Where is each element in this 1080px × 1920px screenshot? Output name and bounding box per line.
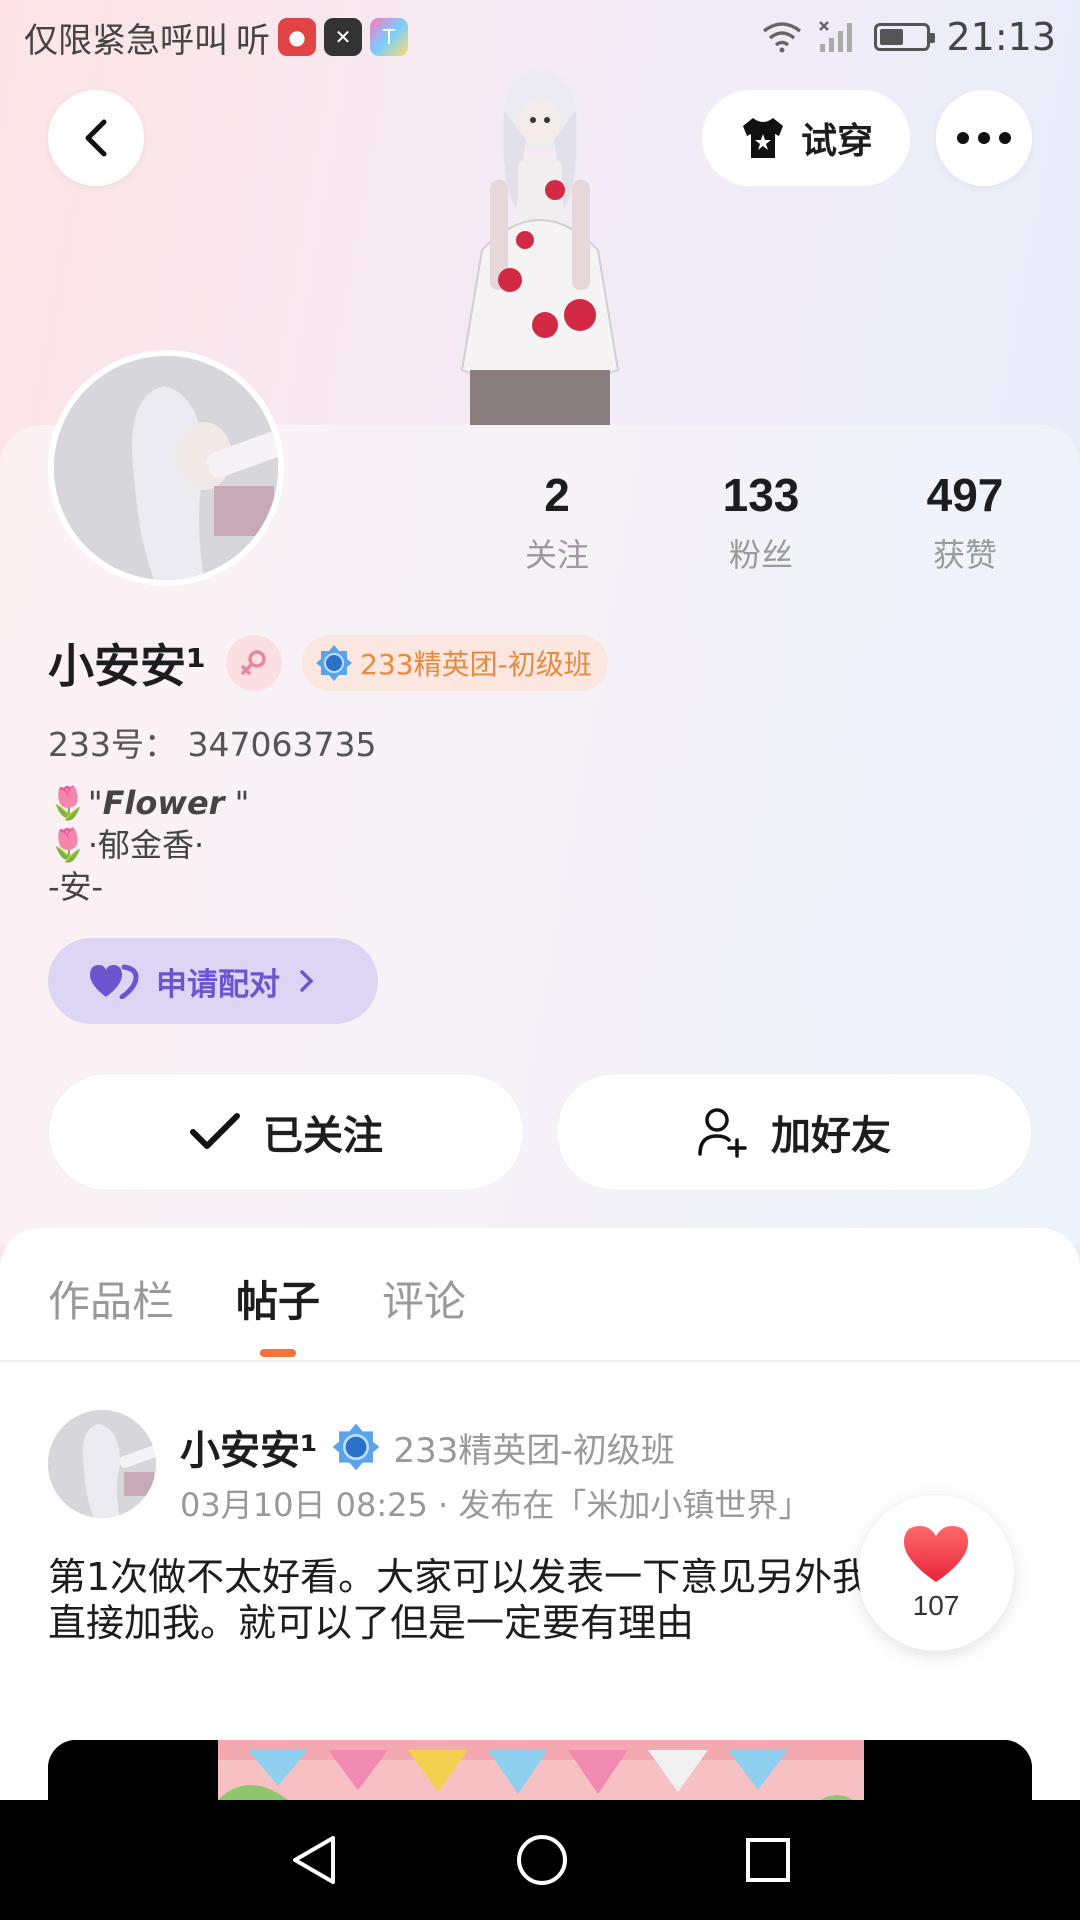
- followed-button[interactable]: 已关注: [48, 1073, 524, 1191]
- capcut-app-icon: ✕: [324, 18, 362, 56]
- heart-icon: [904, 1526, 968, 1582]
- like-count: 107: [912, 1590, 960, 1621]
- tab-divider: [0, 1360, 1080, 1362]
- bio-line-3: -安-: [48, 868, 104, 906]
- add-user-icon: [698, 1108, 747, 1158]
- profile-tabs: 作品栏 帖子 评论: [48, 1268, 466, 1357]
- stat-likes[interactable]: 497 获赞: [875, 468, 1055, 576]
- status-left: 仅限紧急呼叫 听 ● ✕ T: [24, 13, 408, 62]
- signal-icon: [819, 21, 853, 52]
- clock: 21:13: [946, 15, 1056, 59]
- heart-pair-icon: [90, 964, 139, 999]
- tab-works[interactable]: 作品栏: [48, 1268, 174, 1329]
- stat-following-label: 关注: [524, 536, 589, 574]
- post-author-avatar[interactable]: [48, 1410, 156, 1518]
- add-friend-label: 加好友: [771, 1113, 891, 1159]
- add-friend-button[interactable]: 加好友: [556, 1073, 1032, 1191]
- post-author-row: 小安安¹ 233精英团-初级班: [180, 1418, 675, 1476]
- profile-avatar[interactable]: [48, 350, 284, 586]
- name-row: 小安安¹ 233精英团-初级班: [48, 630, 608, 696]
- elite-badge-label: 233精英团-初级班: [360, 648, 592, 681]
- stat-likes-label: 获赞: [932, 536, 997, 574]
- user-id: 233号： 347063735: [48, 725, 377, 764]
- post-meta: 03月10日 08:25 · 发布在「米加小镇世界」: [180, 1486, 811, 1524]
- bio: 🌷"Flower " 🌷·郁金香· -安-: [48, 782, 249, 908]
- bio-tulip-text: ·郁金香·: [87, 826, 205, 864]
- bio-flower: Flower: [102, 784, 225, 822]
- tulip-icon: 🌷: [48, 784, 88, 822]
- status-bar: 仅限紧急呼叫 听 ● ✕ T 21:13: [0, 0, 1080, 74]
- post-avatar-image: [48, 1410, 156, 1518]
- shirt-icon: [742, 118, 783, 158]
- back-triangle-icon[interactable]: [289, 1834, 339, 1886]
- like-button[interactable]: 107: [858, 1495, 1014, 1651]
- medal-icon: [332, 1423, 379, 1471]
- stat-likes-num: 497: [926, 469, 1004, 521]
- more-dots-icon: [957, 132, 1011, 144]
- tulip-icon: 🌷: [48, 826, 88, 864]
- recents-square-icon[interactable]: [745, 1837, 791, 1883]
- wifi-icon: [763, 22, 802, 53]
- stat-fans-num: 133: [722, 469, 800, 521]
- post-image[interactable]: [48, 1740, 1032, 1800]
- apply-pair-button[interactable]: 申请配对: [48, 938, 378, 1024]
- post-image-preview: [48, 1740, 1032, 1800]
- more-button[interactable]: [936, 90, 1032, 186]
- chevron-left-icon: [85, 119, 107, 157]
- elite-badge[interactable]: 233精英团-初级班: [302, 635, 608, 691]
- colorful-app-icon: T: [370, 18, 408, 56]
- bio-line-2: 🌷·郁金香·: [48, 824, 249, 866]
- carrier-text: 仅限紧急呼叫: [24, 20, 228, 61]
- avatar-character-figure: [460, 70, 620, 430]
- post-author-name[interactable]: 小安安¹: [180, 1418, 318, 1476]
- try-on-button[interactable]: 试穿: [702, 90, 910, 186]
- stat-fans-label: 粉丝: [728, 536, 793, 574]
- check-icon: [190, 1113, 240, 1149]
- tab-posts[interactable]: 帖子: [236, 1268, 320, 1357]
- back-button[interactable]: [48, 90, 144, 186]
- avatar-image: [54, 356, 278, 580]
- battery-icon: [874, 23, 936, 51]
- followed-label: 已关注: [263, 1113, 383, 1159]
- system-nav-bar: [0, 1800, 1080, 1920]
- status-right: 21:13: [762, 15, 1056, 59]
- medal-icon: [316, 645, 353, 681]
- listen-text: 听: [236, 20, 270, 61]
- stat-following[interactable]: 2 关注: [467, 468, 647, 576]
- post-author-badge: 233精英团-初级班: [393, 1430, 675, 1471]
- profile-name: 小安安¹: [48, 639, 207, 693]
- tab-comments[interactable]: 评论: [382, 1268, 466, 1329]
- bio-quote-close: ": [224, 784, 250, 822]
- try-on-label: 试穿: [800, 121, 873, 162]
- record-app-icon: ●: [278, 18, 316, 56]
- bio-line-1: 🌷"Flower ": [48, 782, 249, 824]
- female-gender-icon: [226, 635, 283, 691]
- stat-following-num: 2: [544, 469, 570, 521]
- home-circle-icon[interactable]: [516, 1834, 568, 1886]
- bio-quote-open: ": [87, 784, 103, 822]
- stat-fans[interactable]: 133 粉丝: [671, 468, 851, 576]
- apply-pair-label: 申请配对: [156, 966, 280, 1003]
- chevron-right-icon: [300, 970, 314, 992]
